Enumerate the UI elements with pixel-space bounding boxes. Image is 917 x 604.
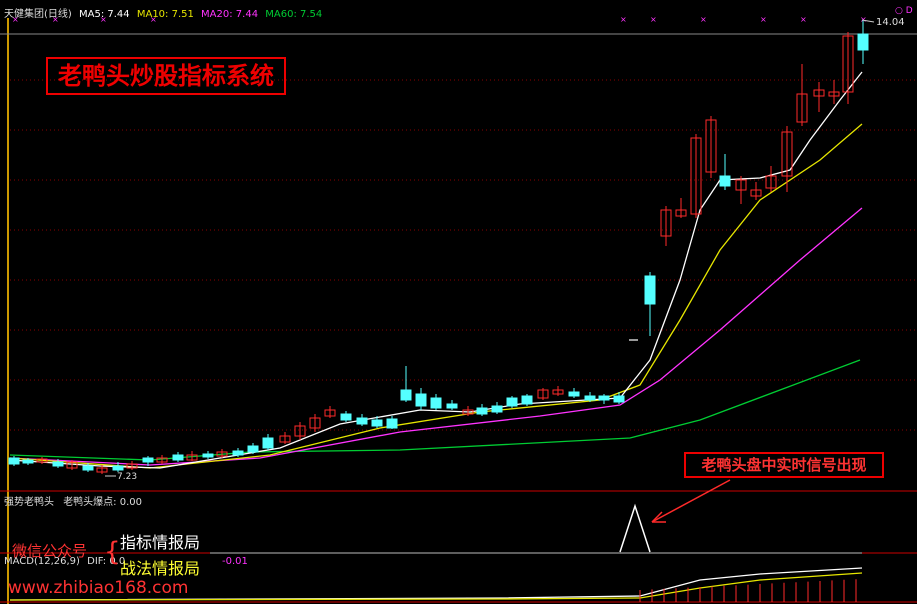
wechat-label: 微信公众号 xyxy=(12,542,88,560)
brace-icon: { xyxy=(104,537,121,567)
candle xyxy=(232,450,244,456)
indicator-name: 强势老鸭头 xyxy=(4,497,54,508)
candle xyxy=(400,389,412,401)
watermark-line2: 战法情报局 xyxy=(120,559,201,578)
candle xyxy=(719,175,731,187)
price-high-label: 14.04 xyxy=(876,17,905,28)
ma10-line xyxy=(9,123,863,469)
candle xyxy=(371,419,383,427)
candle xyxy=(598,395,610,401)
marker-icon: × xyxy=(52,15,59,24)
candle xyxy=(52,461,64,467)
signal-arrowhead xyxy=(651,511,666,523)
candle xyxy=(613,395,625,403)
candle xyxy=(568,391,580,397)
signal-callout-box: 老鸭头盘中实时信号出现 xyxy=(684,452,884,478)
indicator-header: 强势老鸭头 老鸭头爆点: 0.00 xyxy=(4,493,142,508)
marker-icon: × xyxy=(700,15,707,24)
marker-icon: × xyxy=(12,15,19,24)
candle xyxy=(386,418,398,429)
candle xyxy=(8,457,20,465)
chart-title-box: 老鸭头炒股指标系统 xyxy=(46,57,286,95)
signal-spike xyxy=(619,503,651,553)
signal-arrow xyxy=(651,479,731,523)
macd-tail-value: -0.01 xyxy=(222,556,248,567)
candle xyxy=(82,465,94,471)
candle xyxy=(247,445,259,453)
candle xyxy=(476,407,488,415)
marker-icon: × xyxy=(100,15,107,24)
candle xyxy=(857,33,869,51)
marker-icon: × xyxy=(620,15,627,24)
watermark-line1: 指标情报局 xyxy=(120,533,201,552)
candle xyxy=(172,454,184,461)
candle xyxy=(202,453,214,458)
marker-icon: × xyxy=(650,15,657,24)
top-right-icons: ○ D xyxy=(895,6,913,16)
marker-icon: × xyxy=(150,15,157,24)
candle xyxy=(584,395,596,401)
candle xyxy=(644,275,656,305)
candle xyxy=(491,405,503,413)
candle xyxy=(142,457,154,463)
candle xyxy=(22,459,34,464)
candle xyxy=(356,417,368,425)
marker-icon: × xyxy=(800,15,807,24)
candle xyxy=(446,403,458,409)
indicator-value: 老鸭头爆点: 0.00 xyxy=(63,497,143,508)
candle xyxy=(415,393,427,407)
candle xyxy=(430,397,442,409)
marker-icon: × xyxy=(760,15,767,24)
candle xyxy=(506,397,518,407)
candle xyxy=(112,465,124,471)
ma20-line xyxy=(9,207,863,466)
price-low-label: 7.23 xyxy=(117,472,138,482)
candle xyxy=(521,395,533,405)
candle xyxy=(340,413,352,421)
watermark-url: www.zhibiao168.com xyxy=(8,578,189,598)
candle xyxy=(262,437,274,449)
